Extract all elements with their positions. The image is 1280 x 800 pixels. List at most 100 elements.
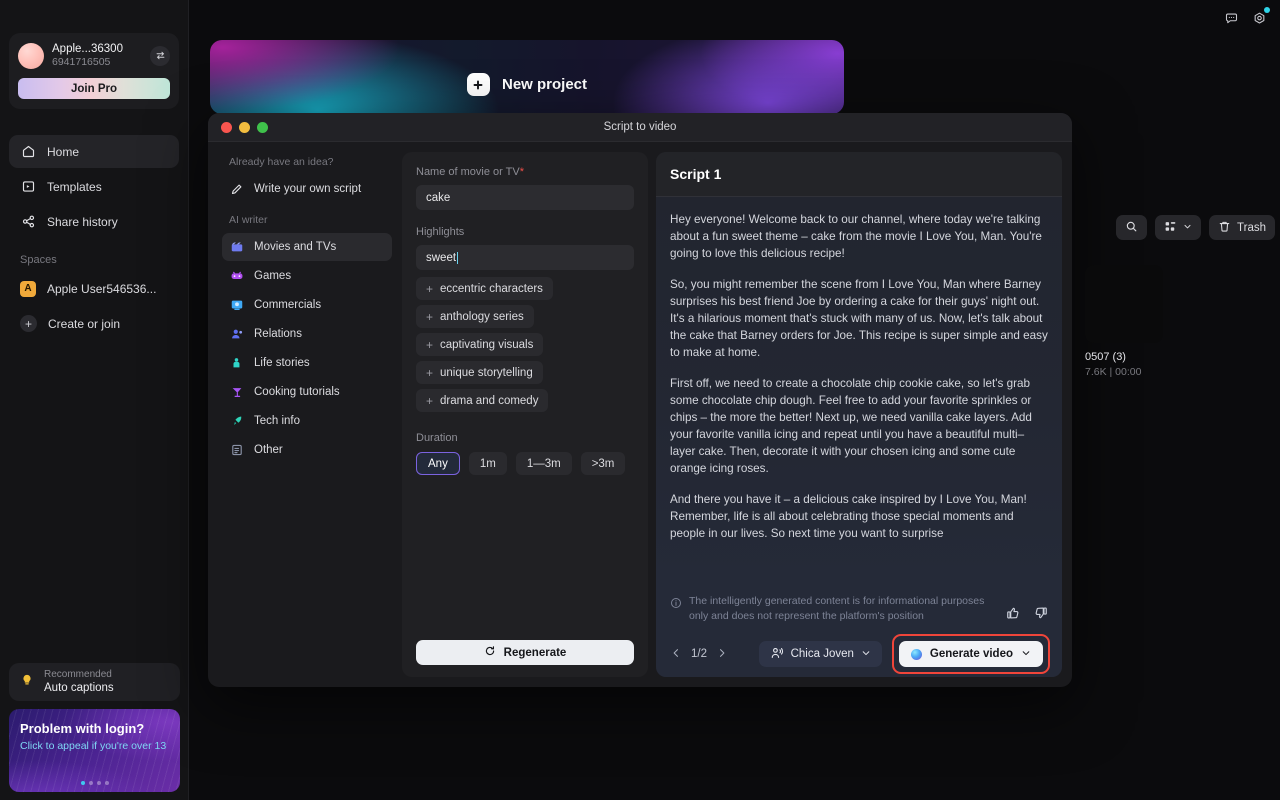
suggestion-chip[interactable]: + unique storytelling bbox=[416, 361, 543, 384]
view-mode-button[interactable] bbox=[1155, 215, 1202, 240]
cocktail-icon bbox=[229, 385, 244, 400]
duration-option-any[interactable]: Any bbox=[416, 452, 460, 475]
chevron-left-icon[interactable] bbox=[670, 647, 682, 662]
sidebar-item-space[interactable]: A Apple User546536... bbox=[9, 272, 179, 305]
category-cooking-tutorials[interactable]: Cooking tutorials bbox=[222, 378, 392, 406]
category-other[interactable]: Other bbox=[222, 436, 392, 464]
cat-label: Relations bbox=[254, 328, 302, 340]
required-mark: * bbox=[519, 166, 525, 178]
trash-button[interactable]: Trash bbox=[1209, 215, 1275, 240]
document-icon bbox=[229, 443, 244, 458]
category-tech-info[interactable]: Tech info bbox=[222, 407, 392, 435]
duration-option-1-3m[interactable]: 1—3m bbox=[515, 452, 572, 475]
monitor-icon bbox=[229, 298, 244, 313]
media-thumbnail[interactable] bbox=[1085, 265, 1163, 343]
carousel-dots[interactable] bbox=[9, 781, 180, 785]
category-games[interactable]: Games bbox=[222, 262, 392, 290]
new-project-banner[interactable]: New project bbox=[210, 40, 844, 114]
profile-card[interactable]: Apple...36300 6941716505 Join Pro bbox=[9, 33, 179, 109]
search-button[interactable] bbox=[1116, 215, 1148, 240]
sidebar-item-label: Templates bbox=[47, 179, 102, 194]
carousel-dot[interactable] bbox=[88, 781, 93, 785]
info-icon bbox=[670, 594, 682, 614]
name-input[interactable]: cake bbox=[416, 185, 634, 210]
category-movies-and-tvs[interactable]: Movies and TVs bbox=[222, 233, 392, 261]
voice-selector[interactable]: Chica Joven bbox=[758, 641, 882, 667]
chat-bubble-icon[interactable] bbox=[1220, 7, 1242, 29]
name-label-text: Name of movie or TV bbox=[416, 166, 520, 178]
person-icon bbox=[229, 356, 244, 371]
chevron-right-icon[interactable] bbox=[716, 647, 728, 662]
sidebar-item-share-history[interactable]: Share history bbox=[9, 205, 179, 238]
text-fade-overlay bbox=[656, 552, 1062, 586]
banner-content: New project bbox=[210, 73, 844, 96]
promo-login-title: Problem with login? bbox=[20, 721, 145, 736]
script-paragraph: First off, we need to create a chocolate… bbox=[670, 377, 1032, 475]
regenerate-button[interactable]: Regenerate bbox=[416, 640, 634, 665]
profile-row: Apple...36300 6941716505 bbox=[18, 42, 170, 69]
cat-label: Other bbox=[254, 444, 283, 456]
home-icon bbox=[20, 144, 36, 160]
script-paragraph: And there you have it – a delicious cake… bbox=[670, 493, 1027, 540]
profile-text: Apple...36300 6941716505 bbox=[52, 42, 142, 69]
suggestion-chip[interactable]: + anthology series bbox=[416, 305, 534, 328]
text-caret bbox=[457, 251, 459, 264]
sidebar-item-home[interactable]: Home bbox=[9, 135, 179, 168]
script-text-body[interactable]: Hey everyone! Welcome back to our channe… bbox=[656, 197, 1062, 586]
idea-section-label: Already have an idea? bbox=[229, 156, 334, 168]
category-life-stories[interactable]: Life stories bbox=[222, 349, 392, 377]
script-pagination: 1/2 bbox=[670, 647, 728, 662]
promo-login-subtitle[interactable]: Click to appeal if you're over 13 bbox=[20, 740, 169, 753]
suggestion-chips: + eccentric characters + anthology series … bbox=[416, 277, 634, 417]
duration-option-over-3m[interactable]: >3m bbox=[580, 452, 626, 475]
media-toolbar: Trash bbox=[1085, 215, 1275, 240]
suggestion-chip[interactable]: + captivating visuals bbox=[416, 333, 544, 356]
swap-arrows-icon[interactable] bbox=[150, 45, 170, 66]
highlights-input[interactable]: sweet bbox=[416, 245, 634, 270]
carousel-dot[interactable] bbox=[104, 781, 109, 785]
script-title: Script 1 bbox=[656, 152, 1062, 197]
duration-option-1m[interactable]: 1m bbox=[468, 452, 507, 475]
ai-writer-label: AI writer bbox=[229, 214, 268, 226]
cat-label: Movies and TVs bbox=[254, 241, 337, 253]
spaces-section-label: Spaces bbox=[20, 254, 57, 266]
join-pro-button[interactable]: Join Pro bbox=[18, 78, 170, 99]
category-sidebar: Already have an idea? Write your own scr… bbox=[218, 152, 396, 677]
sidebar-item-create-or-join[interactable]: + Create or join bbox=[9, 307, 179, 340]
chip-label: drama and comedy bbox=[440, 394, 539, 407]
plus-icon: + bbox=[426, 393, 434, 408]
promo-login-card[interactable]: Problem with login? Click to appeal if y… bbox=[9, 709, 180, 792]
plus-icon: + bbox=[426, 337, 434, 352]
script-to-video-modal: Script to video Already have an idea? Wr… bbox=[208, 113, 1072, 687]
refresh-icon bbox=[484, 645, 496, 660]
media-item[interactable]: 0507 (3) 7.6K | 00:00 bbox=[1085, 265, 1275, 378]
name-field-label: Name of movie or TV* bbox=[416, 166, 634, 178]
suggestion-chip[interactable]: + eccentric characters bbox=[416, 277, 553, 300]
thumbs-up-icon[interactable] bbox=[1006, 606, 1020, 625]
write-your-own-script-item[interactable]: Write your own script bbox=[222, 175, 392, 203]
media-meta: 7.6K | 00:00 bbox=[1085, 366, 1142, 378]
chevron-down-icon bbox=[861, 648, 871, 661]
notification-dot bbox=[1264, 7, 1270, 13]
trash-label: Trash bbox=[1237, 221, 1266, 234]
profile-name: Apple...36300 bbox=[52, 43, 123, 55]
carousel-dot[interactable] bbox=[96, 781, 101, 785]
category-commercials[interactable]: Commercials bbox=[222, 291, 392, 319]
profile-id: 6941716505 bbox=[52, 56, 111, 68]
media-name: 0507 (3) bbox=[1085, 351, 1126, 363]
promo-recommended-card[interactable]: Recommended Auto captions bbox=[9, 663, 180, 701]
sidebar-item-label: Share history bbox=[47, 214, 118, 229]
generate-video-button[interactable]: Generate video bbox=[898, 641, 1043, 667]
suggestion-chip[interactable]: + drama and comedy bbox=[416, 389, 549, 412]
plus-icon: + bbox=[426, 365, 434, 380]
category-relations[interactable]: Relations bbox=[222, 320, 392, 348]
thumbs-down-icon[interactable] bbox=[1034, 606, 1048, 625]
cat-label: Cooking tutorials bbox=[254, 386, 340, 398]
carousel-dot[interactable] bbox=[80, 781, 85, 785]
sidebar-item-templates[interactable]: Templates bbox=[9, 170, 179, 203]
plus-square-icon bbox=[466, 73, 490, 96]
sidebar-item-label: Apple User546536... bbox=[47, 281, 157, 296]
templates-icon bbox=[20, 179, 36, 195]
modal-body: Already have an idea? Write your own scr… bbox=[208, 142, 1072, 687]
gear-icon[interactable] bbox=[1248, 7, 1270, 29]
